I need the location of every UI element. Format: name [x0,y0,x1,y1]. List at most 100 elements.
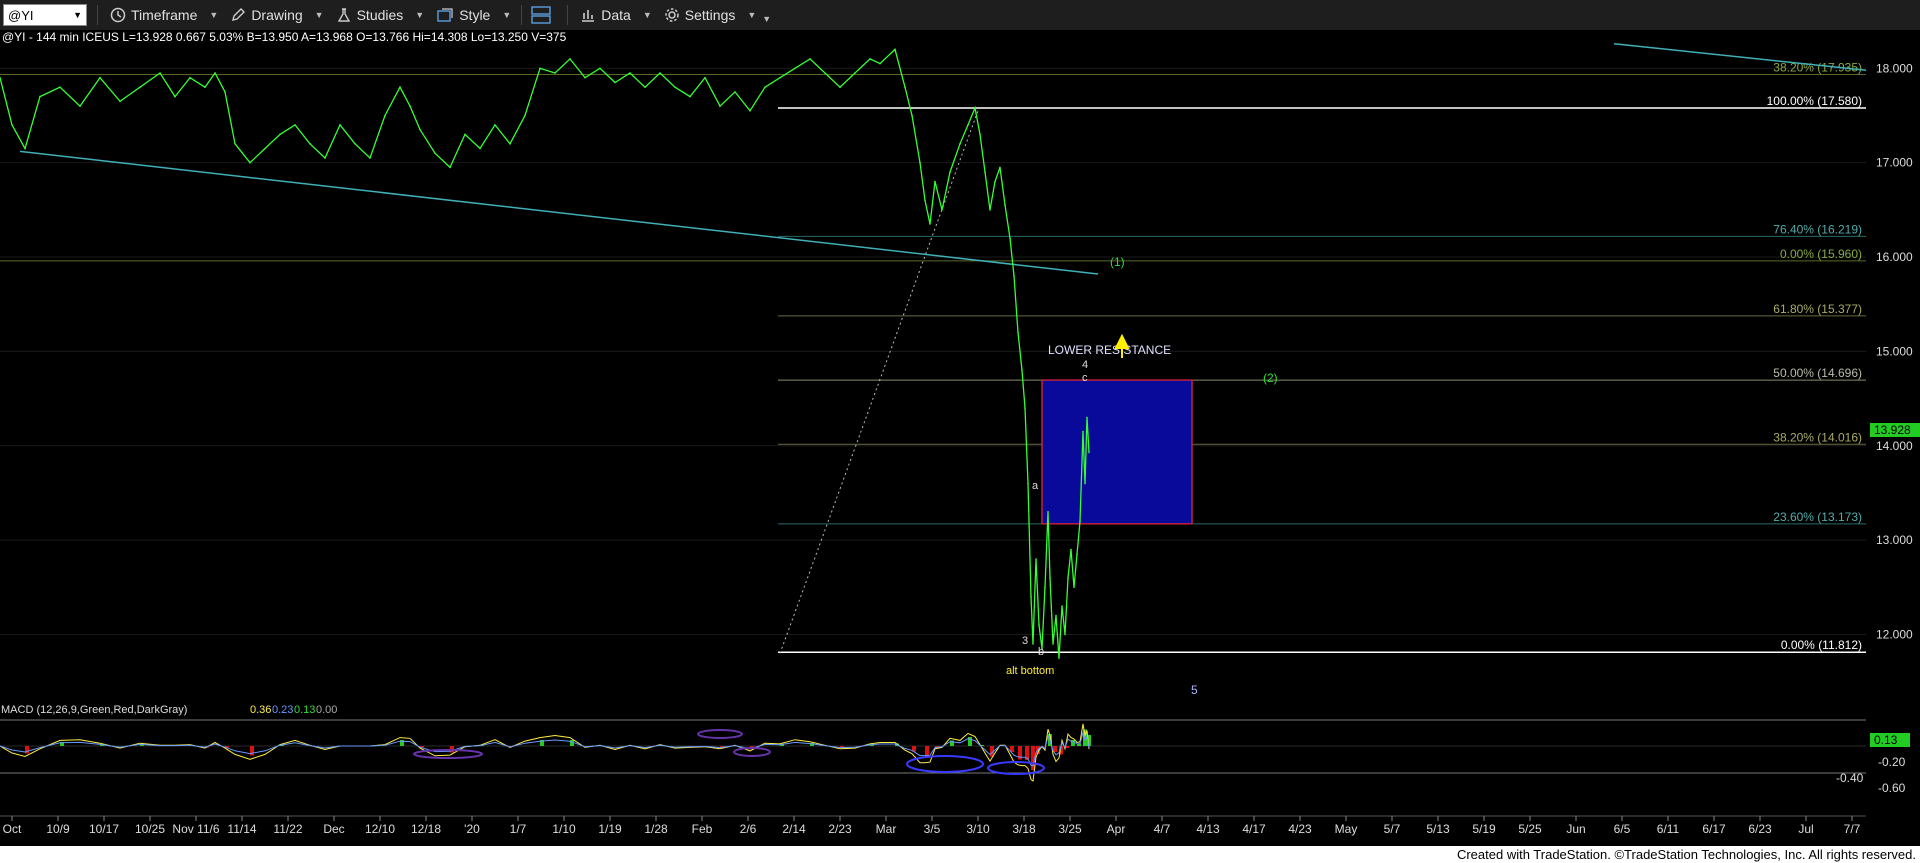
date-tick: 3/10 [966,822,990,836]
price-point [139,86,141,88]
price-point [674,86,676,88]
price-point [1013,275,1015,277]
price-point [279,133,281,136]
price-point [1024,407,1026,409]
price-tick: 13.000 [1876,533,1913,547]
price-point [749,110,751,112]
pencil-icon [232,8,246,21]
price-chart[interactable]: 38.20% (17.935)100.00% (17.580)76.40% (1… [0,30,1920,846]
price-point [941,209,943,211]
price-point [39,95,41,98]
price-point [234,143,236,145]
date-tick: 5/13 [1426,822,1450,836]
price-tick: 15.000 [1876,344,1913,358]
toolbar-divider [567,5,569,25]
price-point [659,72,661,74]
footer-text: Created with TradeStation. ©TradeStation… [1456,847,1916,862]
wave-1-label: (1) [1110,255,1125,269]
style-menu[interactable]: Style ▼ [436,7,511,23]
date-tick: 4/23 [1288,822,1312,836]
price-point [1004,204,1006,206]
price-point [794,67,796,70]
alt-bottom-label: alt bottom [1006,665,1054,677]
price-tick: 16.000 [1876,250,1913,264]
price-point [1030,596,1032,598]
date-tick: 6/23 [1748,822,1772,836]
date-tick: May [1335,822,1358,836]
timeframe-menu[interactable]: Timeframe ▼ [110,7,218,23]
price-point [524,114,526,117]
price-point [11,124,13,126]
macd-tick-020: -0.20 [1878,755,1906,769]
price-point [764,86,766,88]
drawing-menu[interactable]: Drawing ▼ [230,7,324,23]
settings-menu[interactable]: Settings ▼ [664,7,756,23]
price-point [911,114,913,117]
macd-value-2: 0.23 [272,704,293,716]
price-point [1021,369,1023,372]
settings-label: Settings [684,7,736,23]
date-tick: 6/17 [1702,822,1726,836]
price-point [1061,605,1063,607]
price-point [464,133,466,136]
price-point [584,76,586,79]
price-point [974,107,976,109]
wave-a-label: a [1032,480,1039,492]
price-point [614,81,616,84]
price-point [1073,586,1075,589]
price-point [1049,577,1051,579]
chart-background [0,30,1920,846]
date-tick: Apr [1107,822,1126,836]
date-tick: 3/5 [924,822,941,836]
price-point [204,86,206,88]
macd-value-3: 0.13 [294,704,315,716]
flask-icon [337,8,350,22]
macd-bar [250,746,254,756]
price-point [644,86,646,88]
style-label: Style [459,7,491,23]
date-tick: 5/19 [1472,822,1496,836]
price-point [539,67,541,70]
price-point [224,91,226,93]
price-point [569,58,571,60]
price-point [824,72,826,74]
layout-button[interactable] [530,5,557,25]
price-point [999,166,1001,169]
date-tick: Oct [3,822,22,836]
lower-resistance-box[interactable] [1041,379,1193,525]
date-tick: 4/13 [1196,822,1220,836]
date-tick: 6/5 [1614,822,1631,836]
price-point [369,157,371,159]
last-price-value: 13.928 [1874,423,1911,437]
price-tick: 17.000 [1876,156,1913,170]
date-tick: Dec [323,822,344,836]
drawing-label: Drawing [251,7,303,23]
date-tick: 2/6 [740,822,757,836]
chevron-down-icon[interactable]: ▼ [73,10,82,20]
price-point [99,76,101,79]
price-point [174,95,176,98]
data-menu[interactable]: Data ▼ [580,7,652,23]
bar-chart-icon [582,10,595,22]
macd-tick-060: -0.60 [1878,781,1906,795]
price-point [119,100,121,103]
wave-2-label: (2) [1263,371,1278,385]
fib-label: 0.00% (11.812) [1781,638,1862,652]
date-tick: 10/25 [135,822,165,836]
price-point [1088,451,1090,454]
date-tick: 1/19 [598,822,622,836]
price-point [959,143,961,145]
price-point [934,180,936,183]
price-point [449,166,451,169]
price-point [24,147,26,150]
wave-b-label: b [1038,646,1044,658]
macd-value-4: 0.00 [316,704,337,716]
overflow-chevron-icon[interactable]: ▼ [762,14,771,24]
date-tick: 3/18 [1012,822,1036,836]
studies-menu[interactable]: Studies ▼ [336,7,424,23]
price-point [494,124,496,126]
price-point [1038,624,1040,626]
price-point [904,86,906,88]
symbol-input[interactable]: @YI ▼ [3,4,87,26]
price-point [1035,558,1037,560]
